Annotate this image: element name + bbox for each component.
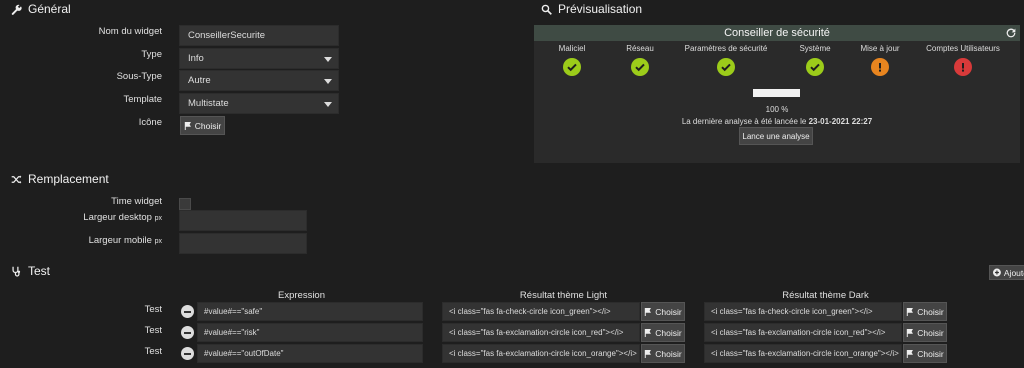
- expression-input[interactable]: #value#=="risk": [197, 323, 423, 342]
- choose-label: Choisir: [917, 327, 944, 338]
- last-scan-prefix: La dernière analyse à été lancée le: [681, 117, 807, 126]
- dark-result-input[interactable]: <i class="fas fa-check-circle icon_green…: [704, 302, 902, 321]
- progress-text: 100 %: [765, 105, 789, 114]
- light-result-input[interactable]: <i class="fas fa-exclamation-circle icon…: [442, 323, 640, 342]
- time-widget-label: Time widget: [111, 196, 162, 207]
- widget-name-input[interactable]: ConseillerSecurite: [179, 25, 339, 46]
- desktop-width-label-group: Largeur desktop px: [40, 212, 162, 223]
- last-scan-line: La dernière analyse à été lancée le 23-0…: [534, 117, 1020, 126]
- mobile-width-unit: px: [154, 238, 162, 245]
- scan-button[interactable]: Lance une analyse: [739, 127, 813, 145]
- template-select-value: Multistate: [188, 98, 229, 109]
- light-choose-button[interactable]: Choisir: [641, 302, 685, 321]
- flag-icon: [907, 307, 914, 316]
- wrench-icon: [11, 4, 22, 15]
- remove-row-icon[interactable]: [181, 347, 194, 360]
- template-select[interactable]: Multistate: [179, 93, 339, 114]
- flag-icon: [907, 349, 914, 358]
- remove-row-icon[interactable]: [181, 305, 194, 318]
- widget-name-label: Nom du widget: [98, 26, 162, 37]
- subtype-select-value: Autre: [188, 75, 211, 86]
- progress-fill: [753, 89, 800, 97]
- check-circle-icon: [563, 58, 581, 76]
- expression-input[interactable]: #value#=="safe": [197, 302, 423, 321]
- chevron-down-icon: [324, 101, 332, 107]
- mobile-width-label-group: Largeur mobile px: [40, 235, 162, 246]
- time-widget-checkbox[interactable]: [179, 198, 191, 210]
- preview-title: Prévisualisation: [558, 2, 643, 16]
- mobile-width-label: Largeur mobile: [88, 235, 152, 246]
- type-label: Type: [141, 49, 162, 60]
- last-scan-date: 23-01-2021 22:27: [808, 117, 873, 126]
- flag-icon: [645, 328, 652, 337]
- flag-icon: [645, 307, 652, 316]
- general-title: Général: [28, 2, 71, 16]
- test-title: Test: [28, 264, 51, 278]
- check-circle-icon: [717, 58, 735, 76]
- chevron-down-icon: [324, 56, 332, 62]
- desktop-width-input[interactable]: [179, 210, 307, 231]
- light-result-input[interactable]: <i class="fas fa-check-circle icon_green…: [442, 302, 640, 321]
- test-row-label: Test: [144, 346, 162, 357]
- test-row-label: Test: [144, 304, 162, 315]
- choose-label: Choisir: [655, 306, 682, 317]
- subtype-label: Sous-Type: [116, 71, 162, 82]
- plus-circle-icon: [993, 268, 1001, 277]
- refresh-icon[interactable]: [1006, 28, 1016, 38]
- light-choose-button[interactable]: Choisir: [641, 323, 685, 342]
- widget-header: Conseiller de sécurité: [534, 25, 1020, 41]
- dark-choose-button[interactable]: Choisir: [903, 344, 947, 363]
- test-section-title: Test: [11, 264, 50, 278]
- exclamation-circle-icon: [871, 58, 889, 76]
- flag-icon: [184, 121, 191, 130]
- subtype-select[interactable]: Autre: [179, 70, 339, 91]
- add-test-button[interactable]: Ajoute: [989, 265, 1024, 280]
- preview-section-title: Prévisualisation: [541, 2, 642, 16]
- dark-choose-button[interactable]: Choisir: [903, 323, 947, 342]
- replacement-title: Remplacement: [28, 172, 109, 186]
- dark-result-input[interactable]: <i class="fas fa-exclamation-circle icon…: [704, 344, 902, 363]
- choose-label: Choisir: [655, 348, 682, 359]
- desktop-width-unit: px: [154, 215, 162, 222]
- choose-label: Choisir: [917, 348, 944, 359]
- template-label: Template: [123, 94, 162, 105]
- expression-input[interactable]: #value#=="outOfDate": [197, 344, 423, 363]
- icon-choose-button[interactable]: Choisir: [180, 116, 225, 135]
- type-select[interactable]: Info: [179, 48, 339, 69]
- widget-title: Conseiller de sécurité: [724, 27, 830, 39]
- progress-bar: [753, 89, 800, 97]
- remove-row-icon[interactable]: [181, 326, 194, 339]
- test-row-label: Test: [144, 325, 162, 336]
- general-section-title: Général: [11, 2, 71, 16]
- light-result-input[interactable]: <i class="fas fa-exclamation-circle icon…: [442, 344, 640, 363]
- search-icon: [541, 4, 552, 15]
- choose-label: Choisir: [655, 327, 682, 338]
- light-choose-button[interactable]: Choisir: [641, 344, 685, 363]
- icon-label: Icône: [138, 117, 162, 128]
- check-circle-icon: [806, 58, 824, 76]
- check-circle-icon: [631, 58, 649, 76]
- choose-label: Choisir: [917, 306, 944, 317]
- preview-panel: Conseiller de sécurité Maliciel Réseau Par…: [534, 25, 1020, 163]
- replacement-section-title: Remplacement: [11, 172, 109, 186]
- category-label: Comptes Utilisateurs: [926, 44, 1000, 53]
- icon-choose-label: Choisir: [194, 120, 222, 131]
- chevron-down-icon: [324, 78, 332, 84]
- col-dark: Résultat thème Dark: [782, 290, 869, 301]
- shuffle-icon: [11, 174, 22, 184]
- exclamation-circle-icon: [954, 58, 972, 76]
- add-test-label: Ajoute: [1003, 267, 1024, 278]
- flag-icon: [907, 328, 914, 337]
- stethoscope-icon: [12, 266, 21, 277]
- desktop-width-label: Largeur desktop: [83, 212, 152, 223]
- dark-choose-button[interactable]: Choisir: [903, 302, 947, 321]
- flag-icon: [645, 349, 652, 358]
- mobile-width-input[interactable]: [179, 233, 307, 254]
- col-expression: Expression: [278, 290, 325, 301]
- dark-result-input[interactable]: <i class="fas fa-exclamation-circle icon…: [704, 323, 902, 342]
- type-select-value: Info: [188, 53, 204, 64]
- col-light: Résultat thème Light: [519, 290, 608, 301]
